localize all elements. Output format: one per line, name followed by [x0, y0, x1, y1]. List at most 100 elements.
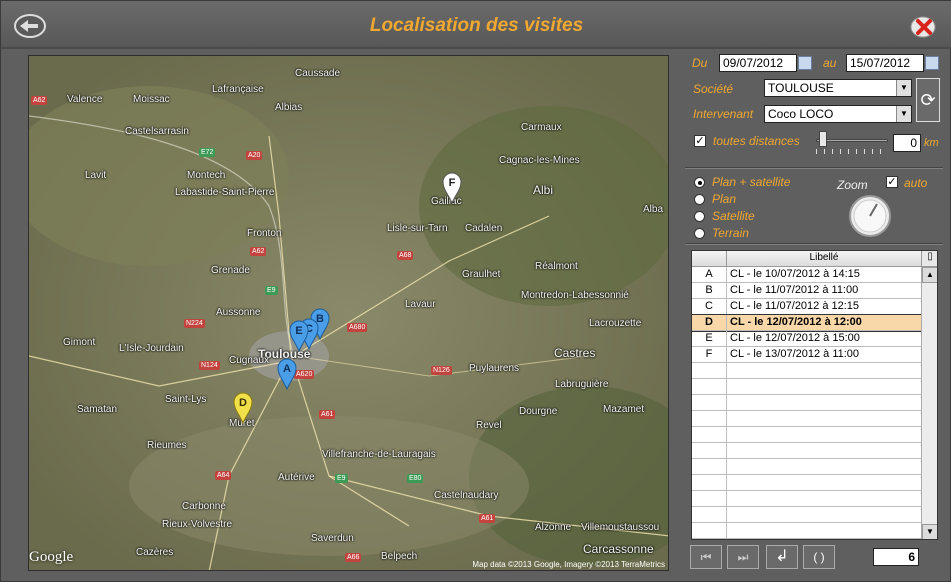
road-label: E80	[407, 474, 424, 483]
slider-handle[interactable]	[819, 131, 827, 147]
map-marker-d[interactable]: D	[233, 392, 253, 425]
refresh-icon[interactable]: ⟳	[916, 78, 940, 122]
app-window: Localisation des visites Caussade Valenc…	[0, 0, 951, 582]
road-label: N124	[199, 361, 220, 370]
table-row[interactable]	[692, 475, 921, 491]
calendar-icon[interactable]	[798, 56, 812, 70]
row-key	[692, 395, 727, 411]
intervenant-select[interactable]: Coco LOCO ▼	[764, 105, 912, 123]
table-row[interactable]: A CL - le 10/07/2012 à 14:15	[692, 267, 921, 283]
radio-plan[interactable]	[694, 194, 705, 205]
map-marker-f[interactable]: F	[442, 172, 462, 205]
map-place-label: Labastide-Saint-Pierre	[175, 187, 275, 198]
row-label	[728, 443, 730, 459]
map-place-label: Cazères	[136, 547, 174, 558]
last-record-button[interactable]: ⏭	[727, 545, 759, 569]
row-label	[728, 379, 730, 395]
table-row[interactable]: E CL - le 12/07/2012 à 15:00	[692, 331, 921, 347]
road-label: A61	[319, 410, 336, 419]
table-row[interactable]	[692, 491, 921, 507]
divider	[685, 167, 943, 169]
distance-field[interactable]: 0	[893, 134, 921, 152]
map-place-label: Alba	[643, 204, 664, 215]
map-marker-a[interactable]: A	[277, 358, 297, 391]
table-scrollbar[interactable]: ▲ ▼	[921, 267, 937, 539]
column-header-libelle[interactable]: Libellé	[727, 252, 921, 263]
table-row[interactable]	[692, 443, 921, 459]
road-label: E9	[265, 286, 278, 295]
table-row[interactable]: D CL - le 12/07/2012 à 12:00	[692, 314, 922, 332]
map-place-label: Lavit	[85, 170, 107, 181]
au-label: au	[823, 56, 837, 70]
row-label	[728, 459, 730, 475]
map-place-label: Labruguière	[555, 379, 609, 390]
close-icon[interactable]	[909, 15, 939, 39]
table-row[interactable]	[692, 523, 921, 539]
radio-label: Terrain	[712, 226, 749, 240]
row-key	[692, 491, 727, 507]
marker-label: A	[283, 363, 291, 375]
table-row[interactable]	[692, 363, 921, 379]
map-place-label: Albias	[275, 102, 303, 113]
radio-terrain[interactable]	[694, 228, 705, 239]
map-place-label: L'Isle-Jourdain	[119, 343, 184, 354]
table-row[interactable]	[692, 395, 921, 411]
distance-slider[interactable]	[816, 129, 888, 155]
table-row[interactable]	[692, 459, 921, 475]
map-place-label: Lisle-sur-Tarn	[387, 223, 448, 234]
map-place-label: Lavaur	[405, 299, 436, 310]
map-place-label: Carmaux	[521, 122, 562, 133]
map-place-label: Mazamet	[603, 404, 645, 415]
row-key: A	[692, 267, 727, 283]
societe-label: Société	[693, 82, 734, 96]
road-label: A66	[345, 553, 362, 562]
map-view[interactable]: Caussade Valence Moissac Lafrançaise Alb…	[28, 55, 669, 571]
row-label: CL - le 10/07/2012 à 14:15	[730, 268, 860, 280]
row-label	[728, 427, 730, 443]
toutes-distances-checkbox[interactable]: ✓	[694, 135, 706, 147]
chevron-down-icon[interactable]: ▼	[896, 80, 911, 96]
road-label: A68	[397, 251, 414, 260]
map-place-label: Castres	[554, 346, 596, 360]
map-place-label: Cagnac-les-Mines	[499, 155, 580, 166]
table-corner-icon[interactable]: ▯	[921, 251, 937, 267]
row-label	[728, 475, 730, 491]
table-row[interactable]: B CL - le 11/07/2012 à 11:00	[692, 283, 921, 299]
chevron-down-icon[interactable]: ▼	[896, 106, 911, 122]
marker-label: E	[295, 325, 302, 337]
radio-plan-satellite[interactable]	[694, 177, 705, 188]
map-place-label: Saverdun	[311, 533, 354, 544]
radio-satellite[interactable]	[694, 211, 705, 222]
date-to-field[interactable]: 15/07/2012	[846, 54, 924, 72]
km-unit: km	[924, 137, 939, 149]
calendar-icon[interactable]	[925, 56, 939, 70]
map-place-label: Rieux-Volvestre	[162, 519, 233, 530]
row-key	[692, 363, 727, 379]
table-row[interactable]	[692, 427, 921, 443]
table-row[interactable]	[692, 379, 921, 395]
row-key	[692, 507, 727, 523]
map-place-label: Saint-Lys	[165, 394, 207, 405]
zoom-knob[interactable]	[848, 194, 892, 238]
scroll-down-icon[interactable]: ▼	[922, 524, 937, 539]
map-marker-e[interactable]: E	[289, 320, 309, 353]
map-place-label: Albi	[533, 183, 554, 197]
first-record-button[interactable]: ⏮	[690, 545, 722, 569]
auto-checkbox[interactable]: ✓	[886, 176, 898, 188]
visits-table[interactable]: Libellé ▯ A CL - le 10/07/2012 à 14:15 B CL…	[691, 250, 938, 540]
map-place-label: Moissac	[133, 94, 170, 105]
reset-button[interactable]: ( )	[803, 545, 835, 569]
enter-icon[interactable]: ↲	[766, 545, 798, 569]
table-row[interactable]	[692, 507, 921, 523]
scroll-up-icon[interactable]: ▲	[922, 267, 937, 283]
map-place-label: Villefranche-de-Lauragais	[322, 449, 436, 460]
date-from-field[interactable]: 09/07/2012	[719, 54, 797, 72]
row-key	[692, 411, 727, 427]
map-place-label: Castelsarrasin	[125, 126, 189, 137]
map-place-label: Cadalen	[465, 223, 503, 234]
societe-select[interactable]: TOULOUSE ▼	[764, 79, 912, 97]
map-place-label: Valence	[67, 94, 103, 105]
table-row[interactable]: F CL - le 13/07/2012 à 11:00	[692, 347, 921, 363]
table-row[interactable]	[692, 411, 921, 427]
table-row[interactable]: C CL - le 11/07/2012 à 12:15	[692, 299, 921, 315]
